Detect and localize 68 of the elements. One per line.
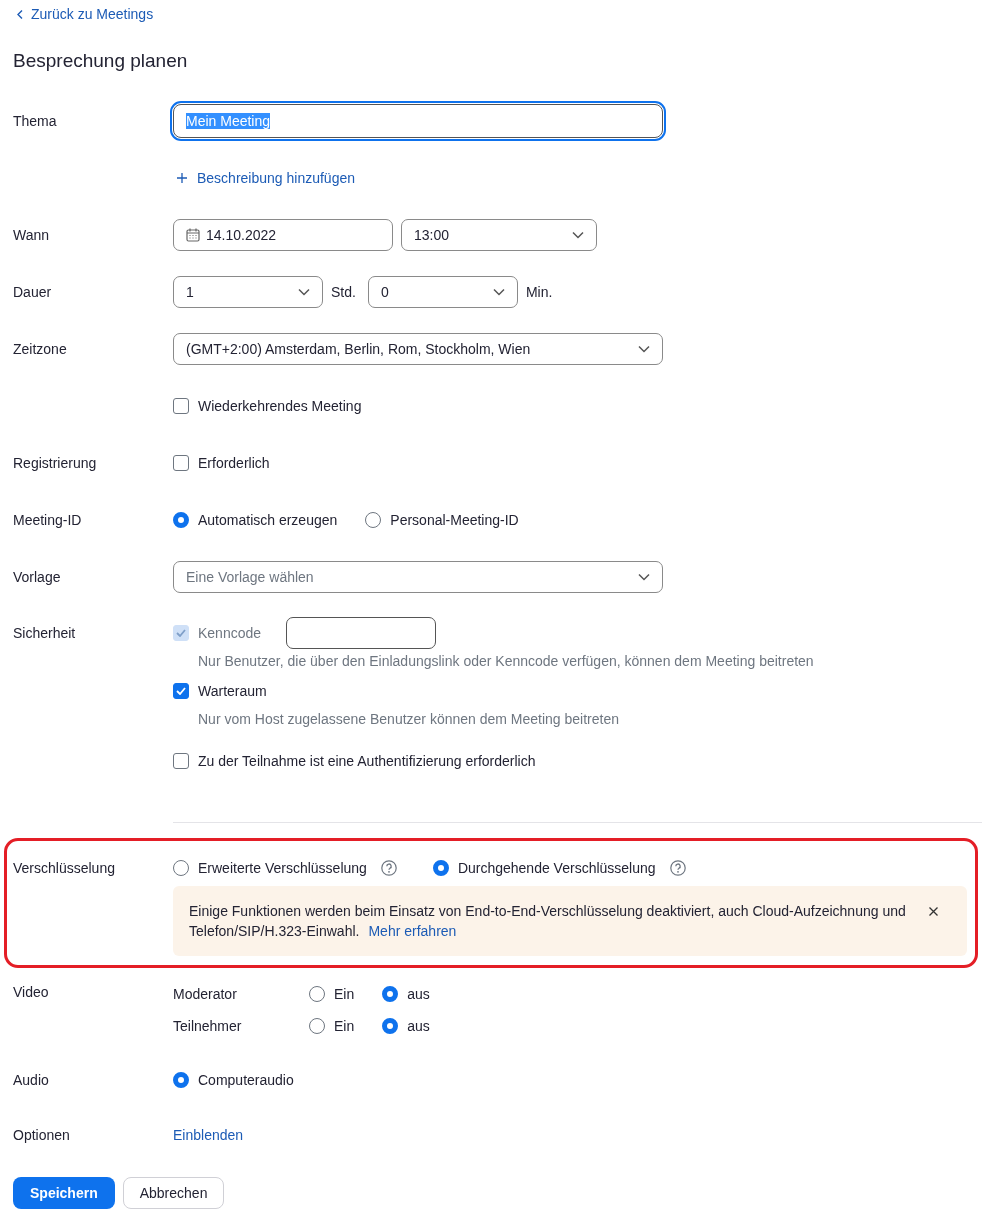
checkbox-label: Warteraum bbox=[198, 683, 267, 699]
add-description-link[interactable]: Beschreibung hinzufügen bbox=[197, 169, 355, 186]
hint-text: Nur Benutzer, die über den Einladungslink oder Kenncode verfügen, können dem Meeting beitreten bbox=[198, 652, 814, 671]
field-label: Video bbox=[13, 984, 49, 1000]
help-icon[interactable] bbox=[380, 860, 397, 876]
participant-label: Teilnehmer bbox=[173, 1018, 243, 1034]
show-options-link[interactable]: Einblenden bbox=[173, 1127, 244, 1143]
radio-label: Ein bbox=[334, 1018, 355, 1034]
field-label: Dauer bbox=[13, 283, 52, 300]
page-title: Besprechung planen bbox=[13, 49, 189, 73]
help-icon[interactable] bbox=[669, 860, 686, 876]
radio-label: aus bbox=[407, 1018, 430, 1034]
field-label: Wann bbox=[13, 226, 50, 243]
chevron-down-icon bbox=[638, 344, 650, 353]
radio-label: Durchgehende Verschlüsselung bbox=[457, 860, 656, 876]
dropdown[interactable]: Eine Vorlage wählen bbox=[173, 560, 663, 593]
dropdown[interactable]: (GMT+2:00) Amsterdam, Berlin, Rom, Stockholm, Wien bbox=[173, 332, 663, 365]
chevron-down-icon bbox=[492, 287, 505, 296]
radio-label: Erweiterte Verschlüsselung bbox=[198, 860, 367, 876]
checkbox-label: Kenncode bbox=[198, 625, 262, 641]
field-label: Audio bbox=[13, 1071, 49, 1088]
participant-label: Moderator bbox=[173, 986, 238, 1002]
field-label: Sicherheit bbox=[13, 625, 76, 641]
radio-button[interactable] bbox=[432, 860, 449, 876]
radio-label: Automatisch erzeugen bbox=[198, 511, 338, 528]
radio-button[interactable] bbox=[173, 511, 189, 528]
minutes-dropdown[interactable]: 0 bbox=[367, 275, 518, 308]
chevron-down-icon bbox=[572, 230, 584, 239]
date-field[interactable]: 14.10.2022 bbox=[173, 218, 393, 251]
chevron-left-icon bbox=[17, 9, 23, 19]
cancel-button[interactable]: Abbrechen bbox=[122, 1177, 225, 1209]
save-button[interactable]: Speichern bbox=[13, 1177, 115, 1209]
radio-label: Computeraudio bbox=[198, 1071, 294, 1088]
plus-icon[interactable] bbox=[177, 172, 187, 183]
field-label: Zeitzone bbox=[13, 340, 67, 357]
field-label: Verschlüsselung bbox=[13, 860, 115, 876]
chevron-down-icon bbox=[298, 287, 310, 296]
checkbox-label: Zu der Teilnahme ist eine Authentifizierung erforderlich bbox=[198, 753, 536, 769]
unit-label: Std. bbox=[331, 283, 356, 300]
field-label: Vorlage bbox=[13, 568, 61, 585]
checkmark-icon bbox=[176, 687, 186, 695]
radio-button[interactable] bbox=[382, 986, 399, 1002]
checkbox-label: Erforderlich bbox=[198, 454, 270, 471]
field-label: Optionen bbox=[13, 1127, 70, 1143]
hours-dropdown[interactable]: 1 bbox=[173, 275, 323, 308]
back-link[interactable]: Zurück zu Meetings bbox=[13, 0, 154, 28]
field-label: Registrierung bbox=[13, 454, 97, 471]
field-label: Meeting-ID bbox=[13, 511, 82, 528]
learn-more-link[interactable]: Mehr erfahren bbox=[368, 923, 457, 939]
radio-label: Personal-Meeting-ID bbox=[390, 511, 519, 528]
checkbox[interactable] bbox=[173, 454, 189, 471]
hint-text: Nur vom Host zugelassene Benutzer können dem Meeting beitreten bbox=[198, 710, 620, 729]
notice-text: Einige Funktionen werden beim Einsatz von End-to-End-Verschlüsselung deaktiviert, auch Cloud-Aufzeichnung und Telefon/SIP/H.323-Einwahl. Mehr erfahren bbox=[189, 902, 907, 941]
checkbox[interactable] bbox=[173, 397, 189, 414]
radio-label: aus bbox=[407, 986, 430, 1002]
chevron-down-icon bbox=[638, 572, 650, 581]
calendar-icon bbox=[186, 227, 200, 242]
radio-button[interactable] bbox=[382, 1018, 399, 1034]
close-icon[interactable] bbox=[929, 907, 938, 916]
field-label: Thema bbox=[13, 112, 57, 129]
radio-button[interactable] bbox=[173, 1071, 189, 1088]
checkmark-icon bbox=[176, 629, 186, 637]
radio-label: Ein bbox=[334, 986, 355, 1002]
checkbox[interactable] bbox=[173, 683, 189, 699]
time-dropdown[interactable]: 13:00 bbox=[401, 218, 597, 251]
checkbox[interactable] bbox=[173, 753, 189, 769]
unit-label: Min. bbox=[525, 283, 553, 300]
checkbox-label: Wiederkehrendes Meeting bbox=[198, 397, 362, 414]
